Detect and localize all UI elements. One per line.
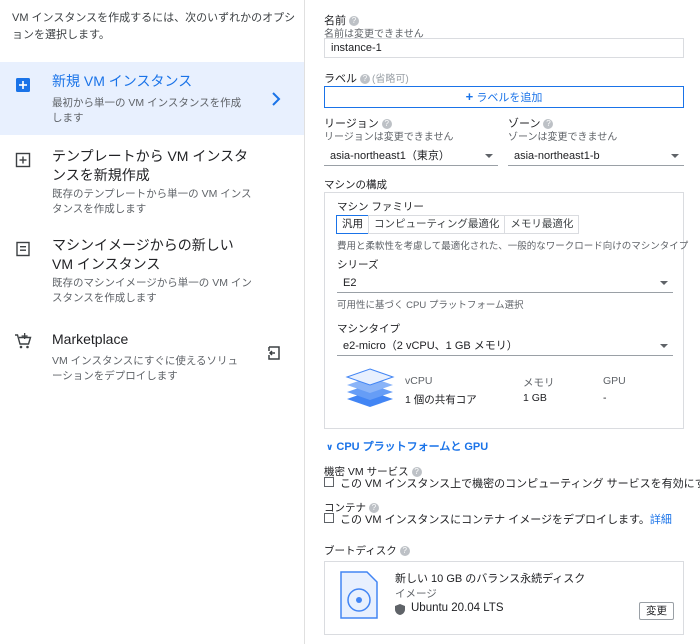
help-icon[interactable]: ? [360, 74, 370, 85]
tab-compute-optimized[interactable]: コンピューティング最適化 [368, 215, 506, 234]
name-input[interactable]: instance-1 [324, 38, 684, 58]
creation-options-pane: VM インスタンスを作成するには、次のいずれかのオプションを選択します。 新規 … [0, 0, 305, 644]
option-desc: 既存のテンプレートから単一の VM インスタンスを作成します [52, 188, 252, 215]
tab-memory-optimized[interactable]: メモリ最適化 [504, 215, 580, 234]
tab-general-purpose[interactable]: 汎用 [336, 215, 369, 234]
change-disk-button[interactable]: 変更 [639, 602, 674, 620]
spec-value-vcpu: 1 個の共有コア [405, 394, 477, 406]
series-label: シリーズ [337, 259, 379, 271]
help-icon[interactable]: ? [399, 546, 410, 557]
boot-disk-label: ブートディスク? [324, 543, 410, 558]
intro-text: VM インスタンスを作成するには、次のいずれかのオプションを選択します。 [12, 12, 296, 41]
family-desc: 費用と柔軟性を考慮して最適化された、一般的なワークロード向けのマシンタイプ [337, 241, 689, 252]
cpu-platform-gpu-toggle[interactable]: ∨ CPU プラットフォームと GPU [326, 438, 488, 454]
dropdown-arrow-icon [660, 344, 668, 348]
confidential-vm-checkbox[interactable] [324, 477, 334, 487]
option-title: 新規 VM インスタンス [52, 73, 193, 89]
disk-image-value: Ubuntu 20.04 LTS [411, 602, 504, 614]
machine-stack-icon [345, 368, 395, 407]
dropdown-arrow-icon [671, 154, 679, 158]
machine-image-icon [16, 241, 30, 257]
machine-config-box: マシン ファミリー 汎用 コンピューティング最適化 メモリ最適化 費用と柔軟性を… [324, 192, 688, 429]
region-sub: リージョンは変更できません [324, 132, 454, 143]
machine-type-select[interactable]: e2-micro（2 vCPU、1 GB メモリ） [337, 336, 673, 356]
spec-value-gpu: - [603, 392, 607, 404]
zone-select[interactable]: asia-northeast1-b [508, 146, 684, 166]
container-checkbox-label: この VM インスタンスにコンテナ イメージをデプロイします。詳細 [340, 514, 672, 526]
region-select[interactable]: asia-northeast1（東京） [324, 146, 498, 166]
machine-type-label: マシンタイプ [337, 323, 400, 335]
plus-icon: + [465, 89, 474, 104]
zone-sub: ゾーンは変更できません [508, 132, 618, 143]
disk-icon [340, 571, 378, 619]
dropdown-arrow-icon [660, 281, 668, 285]
boot-disk-box: 新しい 10 GB のバランス永続ディスク イメージ Ubuntu 20.04 … [324, 561, 684, 635]
labels-label: ラベル? (省略可) [324, 73, 409, 85]
option-new-vm-instance[interactable]: 新規 VM インスタンス 最初から単一の VM インスタンスを作成します [0, 62, 304, 135]
add-label-button[interactable]: + ラベルを追加 [324, 86, 684, 108]
machine-family-label: マシン ファミリー [337, 201, 424, 213]
disk-image-label: イメージ [395, 588, 437, 600]
template-add-icon [15, 152, 31, 168]
spec-value-memory: 1 GB [523, 392, 547, 404]
shield-icon [395, 604, 405, 615]
series-select[interactable]: E2 [337, 273, 673, 293]
cart-add-icon [15, 333, 32, 349]
dropdown-arrow-icon [485, 154, 493, 158]
chevron-down-icon: ∨ [326, 442, 334, 452]
option-title: Marketplace [52, 331, 129, 347]
disk-title: 新しい 10 GB のバランス永続ディスク [395, 573, 586, 585]
option-marketplace[interactable]: Marketplace VM インスタンスにすぐに使えるソリューションをデプロイ… [0, 325, 304, 395]
spec-header-vcpu: vCPU [405, 375, 433, 387]
instance-form: 名前? 名前は変更できません instance-1 ラベル? (省略可) + ラベ… [306, 0, 700, 644]
chevron-right-icon [272, 92, 281, 106]
spec-header-memory: メモリ [523, 377, 555, 389]
details-link[interactable]: 詳細 [650, 514, 672, 526]
option-machine-image-vm-instance[interactable]: マシンイメージからの新しい VM インスタンス 既存のマシンイメージから単一の … [0, 228, 304, 308]
option-desc: 既存のマシンイメージから単一の VM インスタンスを作成します [52, 277, 252, 304]
option-desc: 最初から単一の VM インスタンスを作成します [52, 97, 242, 124]
option-desc: VM インスタンスにすぐに使えるソリューションをデプロイします [52, 355, 239, 382]
open-external-icon [268, 346, 280, 360]
container-checkbox[interactable] [324, 513, 334, 523]
spec-header-gpu: GPU [603, 375, 626, 387]
option-title: マシンイメージからの新しい VM インスタンス [52, 237, 234, 272]
machine-config-label: マシンの構成 [324, 179, 387, 191]
confidential-vm-checkbox-label: この VM インスタンス上で機密のコンピューティング サービスを有効にする [340, 478, 700, 490]
option-title: テンプレートから VM インスタンスを新規作成 [52, 148, 249, 183]
series-desc: 可用性に基づく CPU プラットフォーム選択 [337, 300, 524, 311]
machine-family-tabs: 汎用 コンピューティング最適化 メモリ最適化 [336, 215, 580, 234]
add-box-icon [16, 78, 30, 92]
option-template-vm-instance[interactable]: テンプレートから VM インスタンスを新規作成 既存のテンプレートから単一の V… [0, 140, 304, 220]
